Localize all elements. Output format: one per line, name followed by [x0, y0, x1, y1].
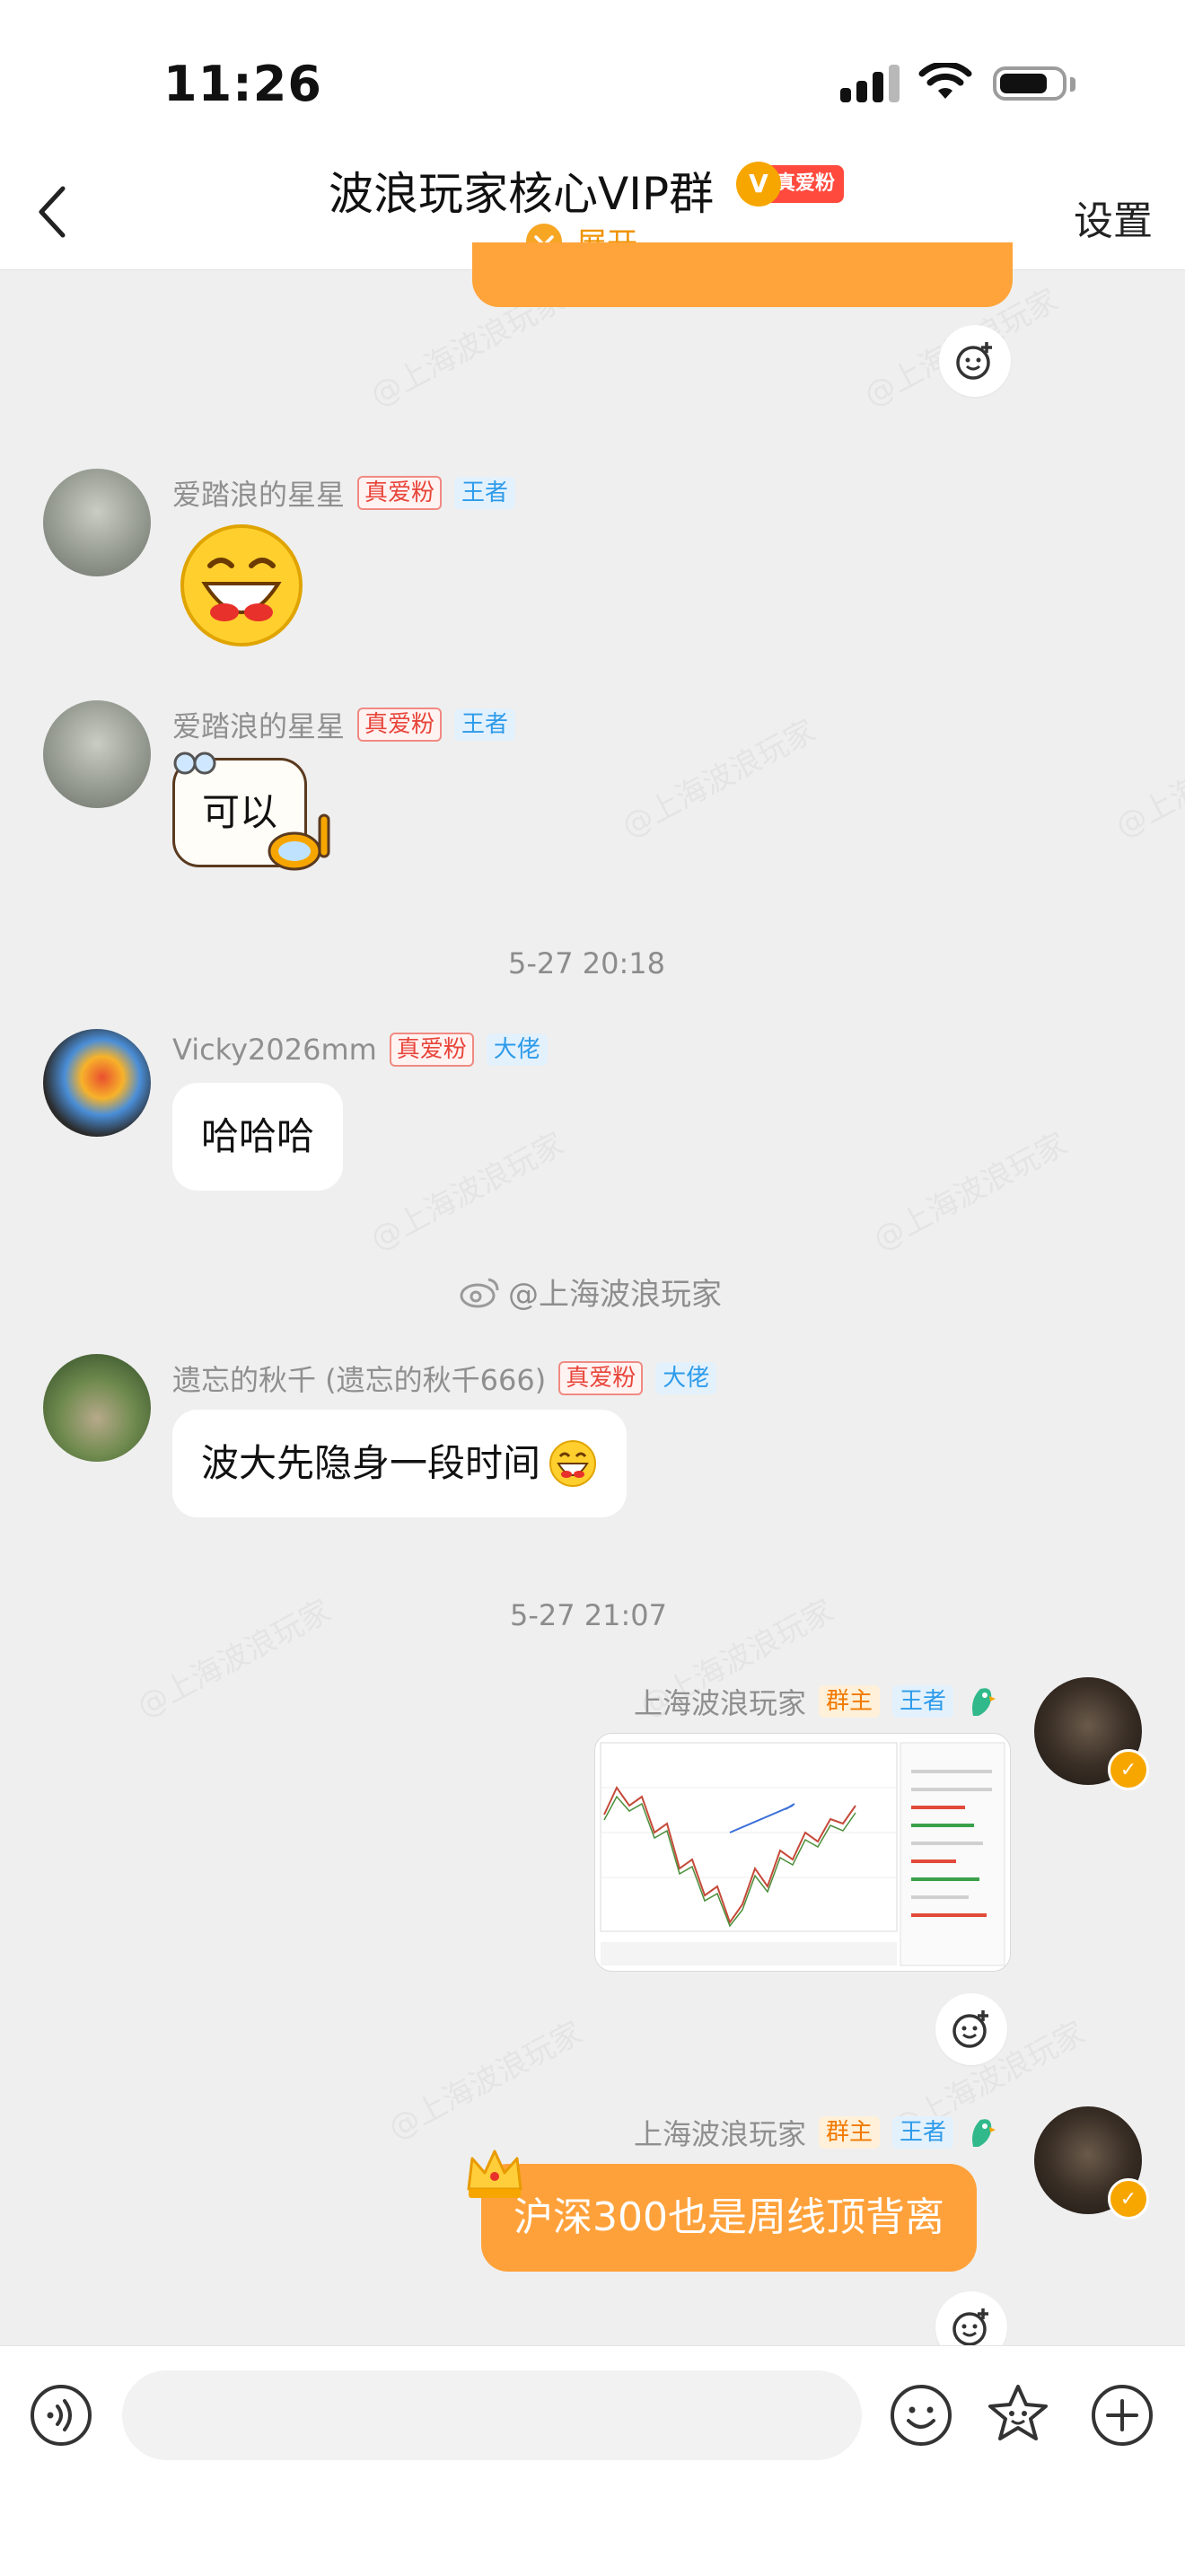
timestamp: 5-27 21:07 [510, 1598, 668, 1632]
tag-rank: 大佬 [486, 1033, 548, 1066]
watermark: @上海波浪玩家 [1106, 707, 1185, 846]
sender-name[interactable]: 上海波浪玩家 [634, 2112, 806, 2153]
goggles-decoration-icon [173, 752, 216, 775]
battery-tip [1070, 77, 1075, 92]
voice-button[interactable] [27, 2381, 95, 2449]
stock-chart-thumbnail [595, 1734, 1010, 1971]
verified-icon: ✓ [1108, 1749, 1149, 1790]
watermark: @上海波浪玩家 [612, 707, 821, 846]
group-title[interactable]: 波浪玩家核心VIP群 [329, 158, 714, 223]
avatar[interactable] [43, 469, 151, 576]
timestamp: 5-27 20:18 [508, 946, 666, 980]
weibo-watermark: @上海波浪玩家 [460, 1270, 722, 1314]
message-bubble[interactable]: 波大先隐身一段时间 [172, 1410, 628, 1517]
back-icon [39, 186, 66, 238]
weibo-icon [460, 1278, 499, 1307]
watermark: @上海波浪玩家 [127, 1587, 337, 1726]
add-reaction-icon [952, 2010, 988, 2048]
watermark: @上海波浪玩家 [379, 2009, 588, 2148]
avatar[interactable] [43, 700, 151, 808]
weibo-watermark-text: @上海波浪玩家 [508, 1277, 722, 1313]
settings-button[interactable]: 设置 [1074, 189, 1153, 246]
status-time: 11:26 [163, 56, 322, 112]
sticker-button[interactable] [984, 2381, 1052, 2449]
emoji-button[interactable] [887, 2381, 955, 2449]
message-input[interactable] [122, 2370, 862, 2460]
voice-icon [31, 2385, 92, 2446]
tag-group-owner: 群主 [819, 1685, 881, 1718]
message-bubble[interactable]: 哈哈哈 [172, 1083, 344, 1191]
emoji-icon [891, 2385, 952, 2446]
signal-icon [840, 65, 900, 102]
tag-true-fan: 真爱粉 [357, 476, 443, 510]
sender-name[interactable]: 遗忘的秋千 (遗忘的秋千666) [172, 1358, 546, 1399]
sticker-icon [988, 2385, 1048, 2440]
sender-name[interactable]: 爱踏浪的星星 [172, 472, 345, 514]
tag-rank: 王者 [892, 2116, 954, 2149]
snorkel-decoration-icon [268, 813, 330, 871]
parrot-badge-icon [972, 1688, 996, 1716]
sender-name[interactable]: Vicky2026mm [172, 1033, 377, 1067]
sender-name-row: 上海波浪玩家 群主 王者 [634, 2112, 996, 2153]
laughing-emoji-icon [549, 1440, 597, 1487]
message-bubble-self[interactable]: 沪深300也是周线顶背离 [481, 2164, 977, 2272]
add-reaction-icon [956, 342, 992, 380]
watermark: @上海波浪玩家 [361, 1120, 570, 1259]
add-reaction-button[interactable] [939, 325, 1011, 397]
chat-image-stock-chart[interactable] [594, 1733, 1011, 1972]
tag-group-owner: 群主 [819, 2116, 881, 2149]
tag-rank: 王者 [454, 477, 516, 509]
verified-icon: V [736, 162, 781, 207]
tag-rank: 大佬 [655, 1362, 717, 1394]
sender-name[interactable]: 上海波浪玩家 [634, 1681, 806, 1722]
tag-rank: 王者 [892, 1685, 954, 1718]
avatar[interactable] [43, 1354, 151, 1462]
battery-icon [993, 66, 1066, 101]
back-button[interactable] [25, 176, 79, 248]
tag-rank: 王者 [454, 708, 516, 741]
sender-name-row: 爱踏浪的星星 真爱粉 王者 [172, 704, 516, 745]
watermark: @上海波浪玩家 [864, 1120, 1073, 1259]
wifi-icon [918, 63, 972, 99]
pinned-message-bubble[interactable] [472, 242, 1013, 307]
sender-name-row: 爱踏浪的星星 真爱粉 王者 [172, 472, 516, 514]
parrot-badge-icon [972, 2119, 996, 2147]
sender-name-row: 遗忘的秋千 (遗忘的秋千666) 真爱粉 大佬 [172, 1358, 717, 1399]
sender-name[interactable]: 爱踏浪的星星 [172, 704, 345, 745]
sender-name-row: Vicky2026mm 真爱粉 大佬 [172, 1033, 548, 1067]
verified-icon: ✓ [1108, 2178, 1149, 2220]
tag-true-fan: 真爱粉 [389, 1033, 474, 1067]
tag-true-fan: 真爱粉 [558, 1361, 644, 1395]
tag-true-fan: 真爱粉 [357, 708, 443, 742]
more-button[interactable] [1088, 2381, 1156, 2449]
laughing-face-emoji[interactable] [178, 523, 305, 648]
add-reaction-icon [952, 2308, 988, 2346]
crown-icon [467, 2150, 522, 2198]
message-text: 波大先隐身一段时间 [201, 1441, 541, 1485]
sender-name-row: 上海波浪玩家 群主 王者 [634, 1681, 996, 1722]
add-reaction-button[interactable] [935, 1993, 1007, 2065]
avatar[interactable] [43, 1029, 151, 1137]
plus-icon [1092, 2385, 1153, 2446]
